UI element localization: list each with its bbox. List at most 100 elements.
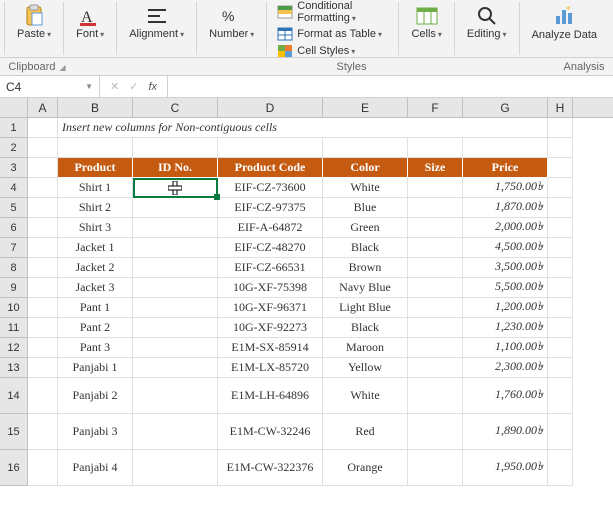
row-header[interactable]: 1 [0,118,28,138]
cell-code[interactable]: E1M-LH-64896 [218,378,323,414]
paste-button[interactable]: Paste [13,2,55,42]
table-header[interactable]: Product [58,158,133,178]
row-header[interactable]: 10 [0,298,28,318]
cell[interactable] [463,138,548,158]
dialog-launcher-icon[interactable]: ◢ [59,63,65,72]
editing-button[interactable]: Editing [463,2,511,42]
cell[interactable] [548,358,573,378]
grid-row[interactable]: 13Panjabi 1E1M-LX-85720Yellow2,300.00৳ [0,358,613,378]
cell[interactable] [28,218,58,238]
cell-code[interactable]: E1M-SX-85914 [218,338,323,358]
table-header[interactable]: Size [408,158,463,178]
title-cell[interactable]: Insert new columns for Non-contiguous ce… [58,118,548,138]
cell-price[interactable]: 3,500.00৳ [463,258,548,278]
cell[interactable] [28,158,58,178]
cell-color[interactable]: Brown [323,258,408,278]
column-headers[interactable]: ABCDEFGH [28,98,613,118]
row-header[interactable]: 4 [0,178,28,198]
cell-id[interactable] [133,258,218,278]
cell[interactable] [548,258,573,278]
cell-price[interactable]: 1,100.00৳ [463,338,548,358]
cell-product[interactable]: Panjabi 4 [58,450,133,486]
cell[interactable] [548,118,573,138]
cell-id[interactable] [133,238,218,258]
cell[interactable] [28,414,58,450]
cell-size[interactable] [408,178,463,198]
cell-id[interactable] [133,338,218,358]
row-header[interactable]: 13 [0,358,28,378]
cell[interactable] [28,318,58,338]
cell-code[interactable]: EIF-A-64872 [218,218,323,238]
grid-row[interactable]: 11Pant 210G-XF-92273Black1,230.00৳ [0,318,613,338]
cell[interactable] [408,138,463,158]
cell[interactable] [548,218,573,238]
cell-id[interactable] [133,414,218,450]
table-header[interactable]: Price [463,158,548,178]
cell-color[interactable]: Green [323,218,408,238]
formula-input[interactable] [168,76,613,97]
cell-price[interactable]: 1,870.00৳ [463,198,548,218]
cell-size[interactable] [408,414,463,450]
row-header[interactable]: 6 [0,218,28,238]
cell-product[interactable]: Panjabi 3 [58,414,133,450]
row-header[interactable]: 9 [0,278,28,298]
cell-code[interactable]: EIF-CZ-48270 [218,238,323,258]
cell-color[interactable]: Light Blue [323,298,408,318]
grid-rows[interactable]: 1 Insert new columns for Non-contiguous c… [0,118,613,486]
cell-code[interactable]: 10G-XF-92273 [218,318,323,338]
grid-row[interactable]: 9Jacket 310G-XF-75398Navy Blue5,500.00৳ [0,278,613,298]
conditional-formatting-button[interactable]: Conditional Formatting [275,0,390,25]
cell-price[interactable]: 1,760.00৳ [463,378,548,414]
table-header[interactable]: ID No. [133,158,218,178]
row-header[interactable]: 11 [0,318,28,338]
cell[interactable] [28,298,58,318]
cell-price[interactable]: 2,000.00৳ [463,218,548,238]
cell-code[interactable]: 10G-XF-75398 [218,278,323,298]
cell-code[interactable]: E1M-LX-85720 [218,358,323,378]
cell-price[interactable]: 1,230.00৳ [463,318,548,338]
column-header[interactable]: B [58,98,133,117]
cell[interactable] [548,158,573,178]
cell-code[interactable]: E1M-CW-32246 [218,414,323,450]
cell-id[interactable] [133,378,218,414]
cell-id[interactable] [133,178,218,198]
table-header[interactable]: Product Code [218,158,323,178]
cell-id[interactable] [133,198,218,218]
grid-row[interactable]: 14Panjabi 2E1M-LH-64896White1,760.00৳ [0,378,613,414]
cell[interactable] [548,298,573,318]
select-all-corner[interactable] [0,98,28,118]
worksheet[interactable]: ABCDEFGH 1 Insert new columns for Non-con… [0,98,613,486]
column-header[interactable]: F [408,98,463,117]
cell-color[interactable]: Yellow [323,358,408,378]
column-header[interactable]: A [28,98,58,117]
cell-product[interactable]: Pant 2 [58,318,133,338]
grid-row[interactable]: 8Jacket 2EIF-CZ-66531Brown3,500.00৳ [0,258,613,278]
cell[interactable] [133,138,218,158]
cell-code[interactable]: EIF-CZ-73600 [218,178,323,198]
grid-row[interactable]: 16Panjabi 4E1M-CW-322376Orange1,950.00৳ [0,450,613,486]
cell[interactable] [548,450,573,486]
cell-color[interactable]: Black [323,238,408,258]
row-header[interactable]: 3 [0,158,28,178]
cell[interactable] [58,138,133,158]
cells-button[interactable]: Cells [407,2,445,42]
grid-row[interactable]: 10Pant 110G-XF-96371Light Blue1,200.00৳ [0,298,613,318]
cell[interactable] [28,338,58,358]
cell-price[interactable]: 1,750.00৳ [463,178,548,198]
column-header[interactable]: C [133,98,218,117]
cell[interactable] [28,450,58,486]
cell-size[interactable] [408,298,463,318]
cell-id[interactable] [133,450,218,486]
alignment-button[interactable]: Alignment [125,2,188,42]
grid-row[interactable]: 7Jacket 1EIF-CZ-48270Black4,500.00৳ [0,238,613,258]
grid-row[interactable]: 2 [0,138,613,158]
cell-product[interactable]: Panjabi 1 [58,358,133,378]
column-header[interactable]: H [548,98,573,117]
cell-product[interactable]: Panjabi 2 [58,378,133,414]
cell-id[interactable] [133,218,218,238]
cell-code[interactable]: EIF-CZ-66531 [218,258,323,278]
chevron-down-icon[interactable]: ▼ [85,82,93,91]
cell[interactable] [28,118,58,138]
cell-price[interactable]: 1,950.00৳ [463,450,548,486]
column-header[interactable]: E [323,98,408,117]
